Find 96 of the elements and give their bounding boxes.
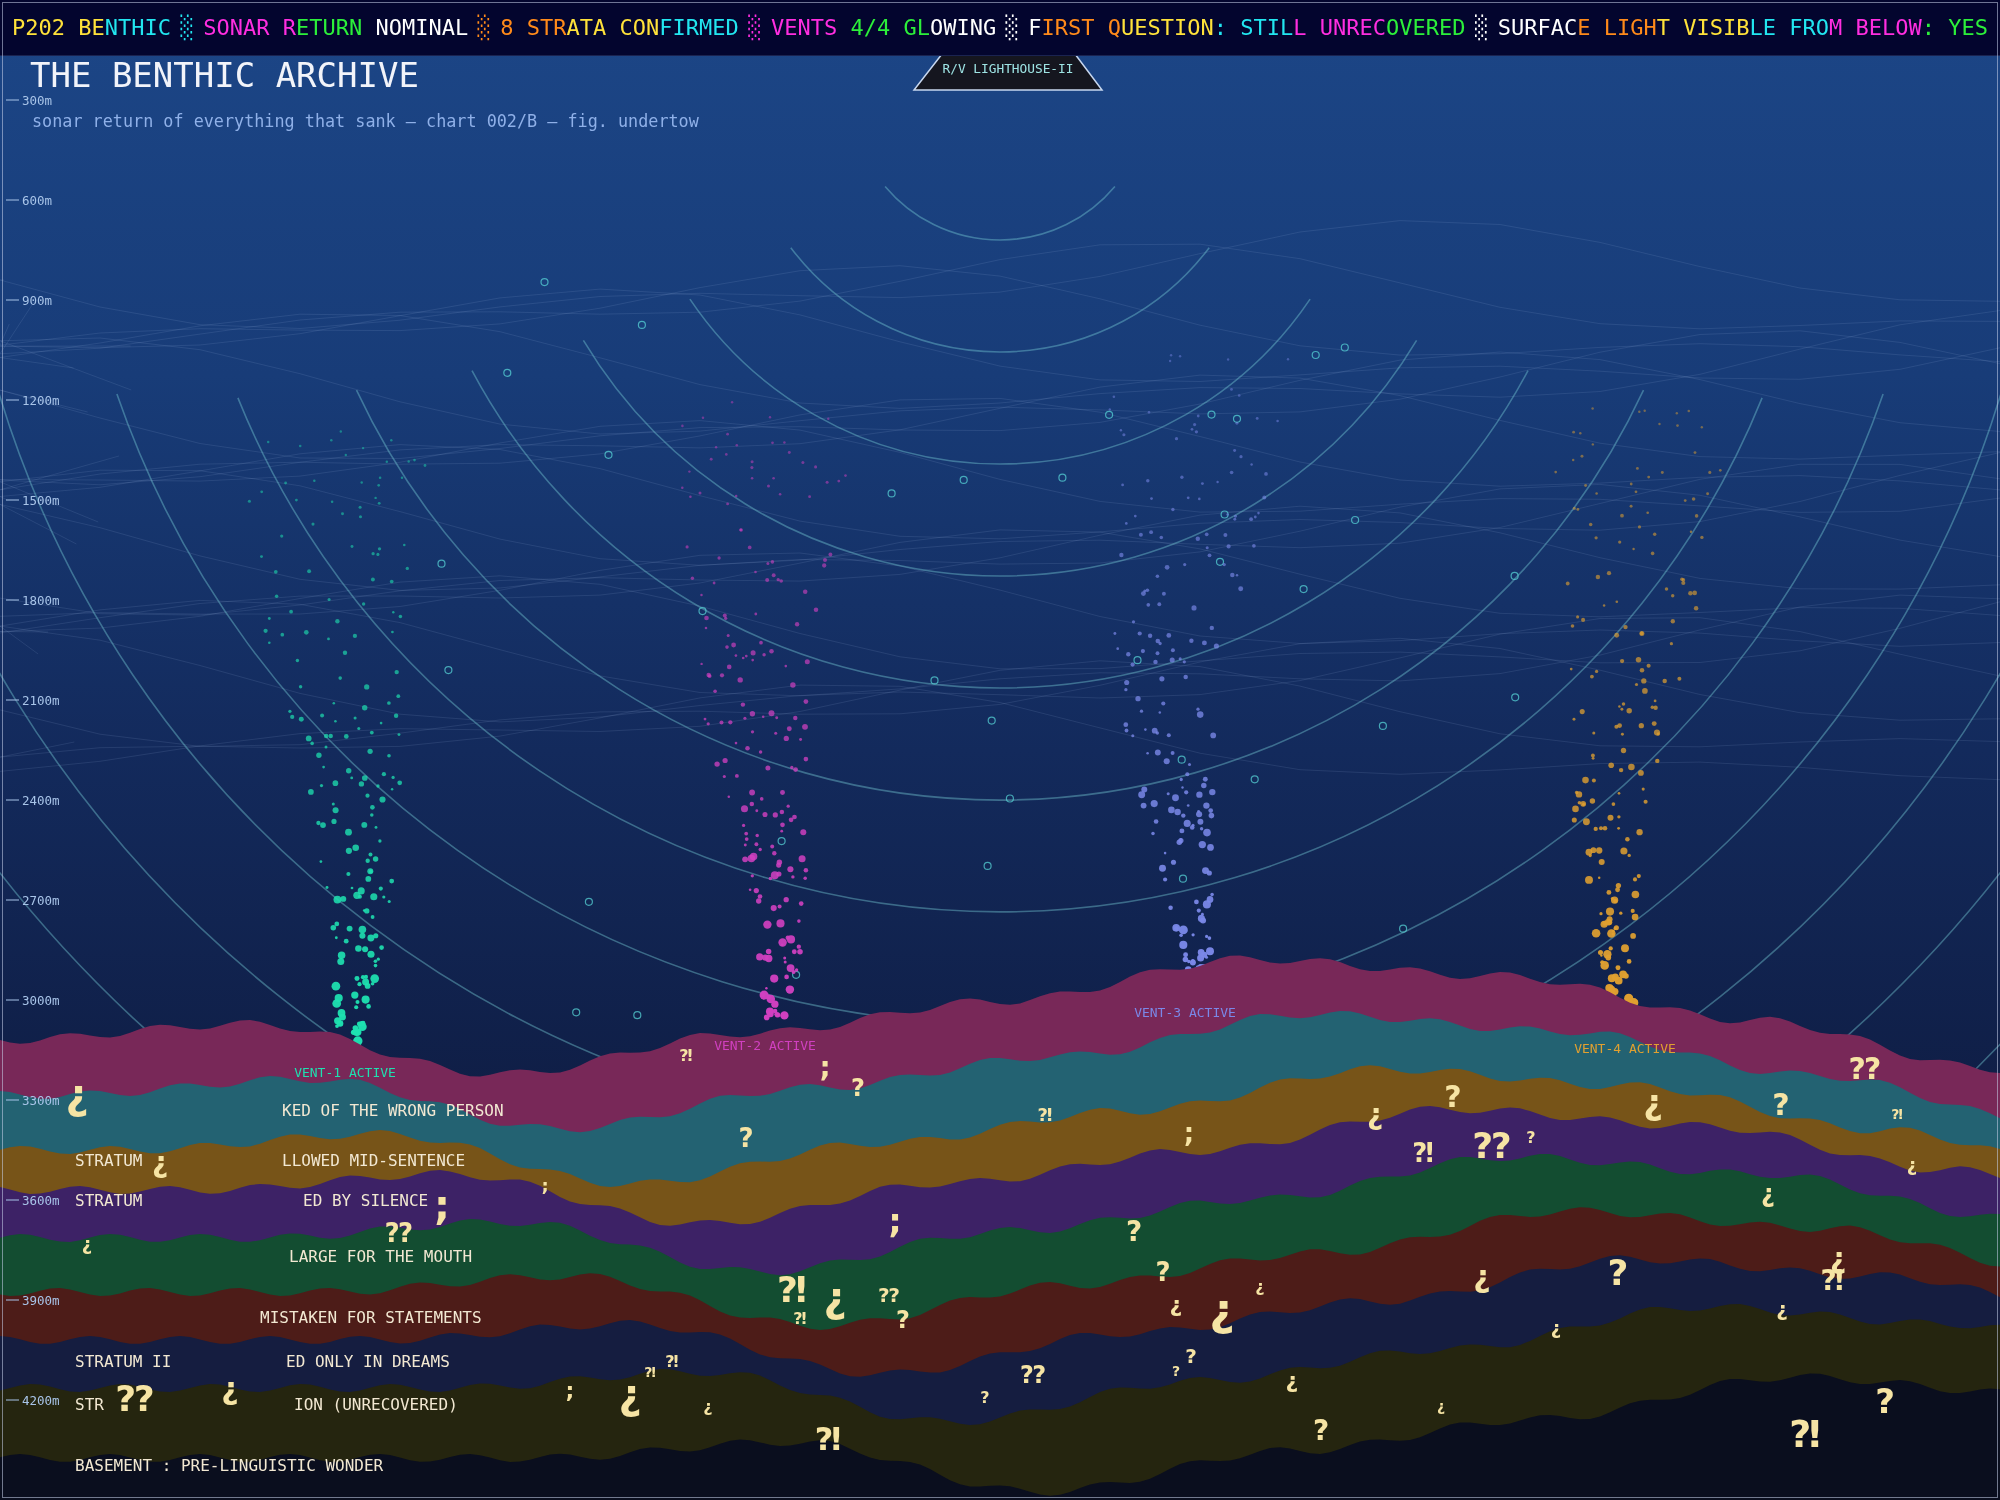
stratum-label: ED BY SILENCE xyxy=(303,1190,429,1210)
punctuation-glyph: ; xyxy=(888,1204,902,1238)
punctuation-glyph: ; xyxy=(819,1054,831,1082)
vent-label: VENT-3 ACTIVE xyxy=(1134,1004,1236,1020)
depth-label: 1200m xyxy=(22,392,60,408)
punctuation-glyph: ? xyxy=(1155,1259,1171,1285)
punctuation-glyph: ⁈ xyxy=(814,1423,842,1455)
ticker-message: SURFACE LIGHT VISIBLE FROM BELOW: YES xyxy=(1497,15,1988,40)
stratum-label: MISTAKEN FOR STATEMENTS xyxy=(260,1307,482,1327)
depth-label: 2700m xyxy=(22,892,60,908)
punctuation-glyph: ⁇ xyxy=(385,1220,413,1246)
punctuation-glyph: ¿ xyxy=(1643,1085,1663,1119)
punctuation-glyph: ⁇ xyxy=(1473,1128,1511,1164)
vent-label: VENT-1 ACTIVE xyxy=(294,1064,396,1080)
ticker-separator: ░ xyxy=(748,15,762,40)
punctuation-glyph: ⁈ xyxy=(1037,1106,1053,1124)
punctuation-glyph: ¿ xyxy=(703,1399,713,1415)
punctuation-glyph: ⁇ xyxy=(1020,1363,1046,1387)
punctuation-glyph: ? xyxy=(1312,1417,1330,1445)
punctuation-glyph: ¿ xyxy=(1906,1156,1918,1174)
depth-label: 1500m xyxy=(22,492,60,508)
punctuation-glyph: ? xyxy=(1772,1090,1790,1120)
punctuation-glyph: ; xyxy=(565,1380,575,1402)
punctuation-glyph: ? xyxy=(1125,1218,1143,1246)
stratum-label: STRATUM xyxy=(75,1190,143,1210)
ticker-separator: ░ xyxy=(1474,15,1489,40)
punctuation-glyph: ¿ xyxy=(1285,1370,1299,1392)
punctuation-glyph: ¿ xyxy=(1761,1182,1775,1206)
punctuation-glyph: ⁈ xyxy=(665,1354,679,1370)
punctuation-glyph: ? xyxy=(1171,1364,1181,1378)
depth-label: 2400m xyxy=(22,792,60,808)
punctuation-glyph: ¿ xyxy=(1776,1299,1788,1319)
stratum-label: LLOWED MID-SENTENCE xyxy=(282,1150,466,1170)
depth-label: 3600m xyxy=(22,1192,60,1208)
stratum-label: LARGE FOR THE MOUTH xyxy=(289,1246,473,1266)
vent-label: VENT-4 ACTIVE xyxy=(1574,1040,1676,1056)
punctuation-glyph: ¿ xyxy=(1550,1319,1562,1337)
punctuation-glyph: ⁈ xyxy=(1412,1140,1434,1166)
punctuation-glyph: ⁈ xyxy=(1891,1107,1903,1121)
ticker-separator: ░ xyxy=(1005,15,1019,40)
punctuation-glyph: ; xyxy=(541,1177,549,1195)
punctuation-glyph: ? xyxy=(1607,1255,1629,1291)
depth-label: 2100m xyxy=(22,692,60,708)
stratum-label: STR xyxy=(75,1394,104,1414)
punctuation-glyph: ¿ xyxy=(151,1149,169,1177)
punctuation-glyph: ? xyxy=(980,1390,990,1406)
depth-label: 900m xyxy=(22,292,53,308)
punctuation-glyph: ? xyxy=(896,1308,910,1332)
punctuation-glyph: ; xyxy=(434,1185,450,1225)
punctuation-glyph: ⁈ xyxy=(679,1048,693,1064)
ticker-message: VENTS 4/4 GLOWING xyxy=(770,15,997,40)
punctuation-glyph: ? xyxy=(1444,1082,1462,1112)
punctuation-glyph: ? xyxy=(851,1076,865,1100)
depth-label: 4200m xyxy=(22,1392,60,1408)
depth-label: 3900m xyxy=(22,1292,60,1308)
punctuation-glyph: ; xyxy=(1183,1120,1195,1146)
punctuation-glyph: ? xyxy=(738,1125,754,1151)
punctuation-glyph: ⁇ xyxy=(1849,1054,1881,1084)
stratum-label: BASEMENT : PRE-LINGUISTIC WONDER xyxy=(75,1455,384,1475)
ticker-separator: ░ xyxy=(477,15,491,40)
depth-label: 1800m xyxy=(22,592,60,608)
ticker-message: SONAR RETURN NOMINAL xyxy=(203,15,469,40)
ticker-separator: ░ xyxy=(180,15,194,40)
punctuation-glyph: ⁈ xyxy=(777,1272,807,1308)
depth-label: 3000m xyxy=(22,992,60,1008)
punctuation-glyph: ¿ xyxy=(1169,1294,1183,1316)
ticker-message: 8 STRATA CONFIRMED xyxy=(500,15,739,40)
ticker-message: FIRST QUESTION: STILL UNRECOVERED xyxy=(1028,15,1466,40)
punctuation-glyph: ? xyxy=(1185,1346,1197,1366)
stratum-label: ION (UNRECOVERED) xyxy=(294,1394,458,1414)
depth-label: 3300m xyxy=(22,1092,60,1108)
punctuation-glyph: ¿ xyxy=(1255,1279,1265,1295)
stratum-label: ED ONLY IN DREAMS xyxy=(286,1351,450,1371)
punctuation-glyph: ⁈ xyxy=(1789,1415,1821,1453)
depth-label: 600m xyxy=(22,192,53,208)
punctuation-glyph: ⁈ xyxy=(793,1311,807,1327)
punctuation-glyph: ¿ xyxy=(1366,1101,1384,1129)
punctuation-glyph: ¿ xyxy=(1473,1262,1491,1292)
page-title: THE BENTHIC ARCHIVE xyxy=(30,58,419,92)
stratum-label: STRATUM xyxy=(75,1150,143,1170)
page-subtitle: sonar return of everything that sank — chart 002/B — fig. undertow xyxy=(32,111,699,131)
punctuation-glyph: ⁇ xyxy=(878,1285,900,1305)
stratum-label: STRATUM II xyxy=(75,1351,172,1371)
punctuation-glyph: ? xyxy=(1526,1130,1536,1146)
punctuation-glyph: ¿ xyxy=(1436,1399,1446,1413)
punctuation-glyph: ¿ xyxy=(221,1374,239,1404)
punctuation-glyph: ¿ xyxy=(1209,1288,1235,1332)
punctuation-glyph: ? xyxy=(1875,1384,1895,1418)
depth-label: 300m xyxy=(22,92,53,108)
punctuation-glyph: ⁈ xyxy=(644,1365,656,1379)
ship-label: R/V LIGHTHOUSE-II xyxy=(942,61,1074,76)
punctuation-glyph: ⁇ xyxy=(116,1381,154,1417)
stratum-label: KED OF THE WRONG PERSON xyxy=(282,1100,504,1120)
punctuation-glyph: ¿ xyxy=(81,1235,93,1253)
vent-label: VENT-2 ACTIVE xyxy=(714,1037,816,1053)
ticker-message: P202 BENTHIC xyxy=(12,15,171,40)
